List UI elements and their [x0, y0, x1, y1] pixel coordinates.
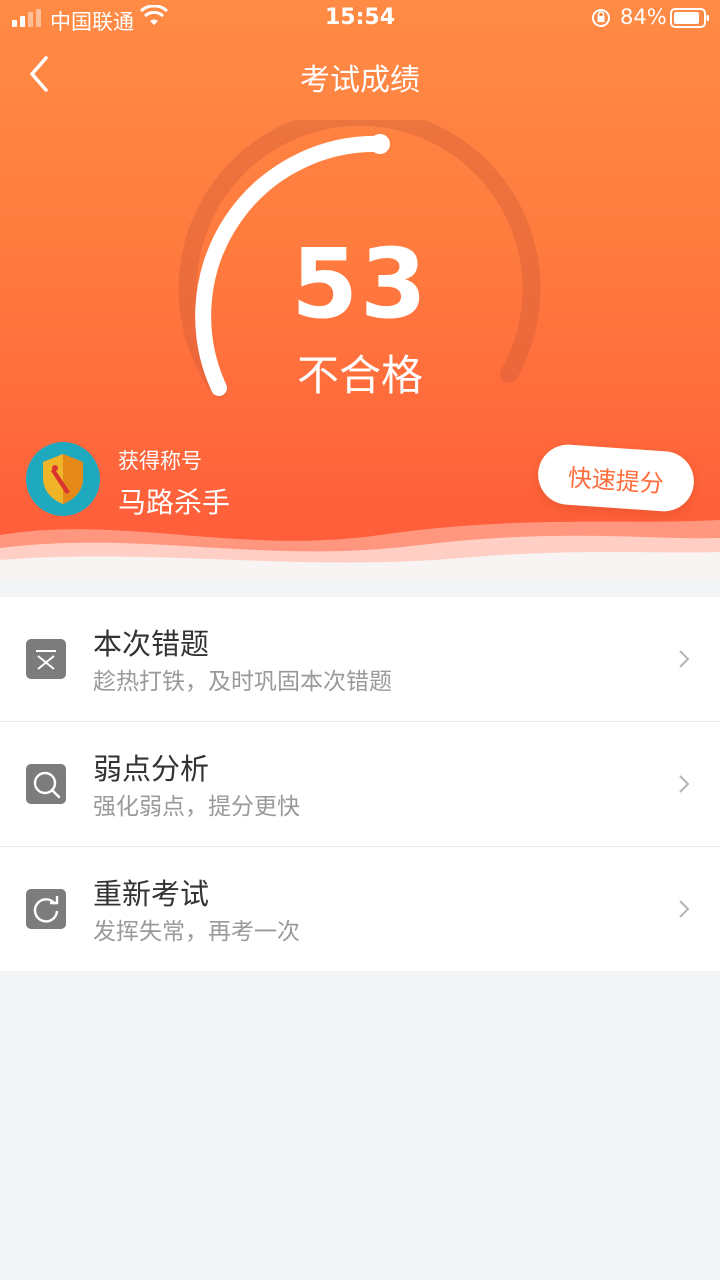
battery-percent: 84% — [620, 5, 667, 29]
wrong-questions-icon — [26, 639, 66, 679]
honor-label: 获得称号 — [118, 449, 202, 473]
status-bar: 中国联通 15:54 84% — [0, 0, 720, 40]
score-result: 不合格 — [296, 351, 423, 400]
shield-badge-icon — [26, 442, 100, 516]
score-value: 53 — [291, 228, 429, 340]
list-item-wrong-questions[interactable]: 本次错题 趁热打铁，及时巩固本次错题 — [0, 597, 720, 722]
list-item-subtitle: 发挥失常，再考一次 — [93, 919, 300, 945]
list-item-subtitle: 趁热打铁，及时巩固本次错题 — [93, 669, 392, 695]
honor-name: 马路杀手 — [118, 486, 231, 519]
chevron-right-icon — [679, 775, 690, 793]
rotation-lock-icon — [592, 9, 610, 27]
chevron-right-icon — [679, 650, 690, 668]
list-item-subtitle: 强化弱点，提分更快 — [93, 794, 300, 820]
retry-icon — [26, 889, 66, 929]
chevron-right-icon — [679, 900, 690, 918]
list-item-title: 弱点分析 — [93, 752, 210, 786]
list-item-weakness-analysis[interactable]: 弱点分析 强化弱点，提分更快 — [0, 722, 720, 847]
list-item-retake-exam[interactable]: 重新考试 发挥失常，再考一次 — [0, 847, 720, 971]
status-time: 15:54 — [324, 5, 396, 30]
magnifier-icon — [26, 764, 66, 804]
quick-improve-button[interactable]: 快速提分 — [536, 442, 696, 514]
page-title: 考试成绩 — [300, 63, 420, 98]
battery-icon — [670, 8, 709, 28]
wave-decoration — [0, 520, 720, 580]
list-item-title: 本次错题 — [93, 627, 210, 661]
action-list: 本次错题 趁热打铁，及时巩固本次错题 弱点分析 强化弱点，提分更快 重新考试 发… — [0, 597, 720, 971]
list-item-title: 重新考试 — [93, 877, 210, 911]
